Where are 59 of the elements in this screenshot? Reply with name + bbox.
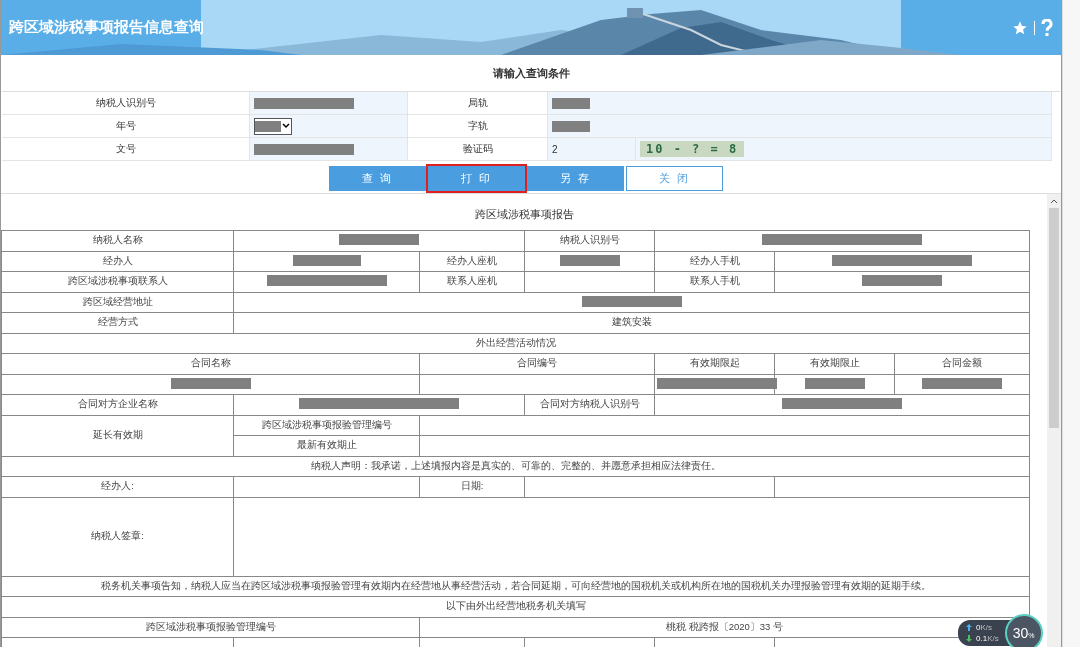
section-title: 请输入查询条件 [491,66,571,81]
captcha-image: 10 - ? = 8 [640,141,745,157]
arrow-up-icon [966,624,972,631]
table-cell: 合同对方企业名称 [1,394,234,415]
table-cell: 经办人 [1,251,234,272]
table-cell: 联系人手机 [654,271,775,292]
star-icon[interactable] [1012,19,1028,36]
table-cell: 合同编号 [419,353,655,374]
table-cell: 经办人: [1,476,234,497]
field-label: 文号 [115,142,136,156]
table-cell: 纳税人签章: [1,497,234,576]
action-button[interactable]: 打 印 [428,166,525,191]
table-cell: 合同名称 [1,353,420,374]
table-cell: 最新有效期止 [233,435,420,456]
page-title: 跨区域涉税事项报告信息查询 [9,18,205,37]
redacted-bar [552,97,590,109]
table-cell: 合同对方纳税人识别号 [524,394,655,415]
table-cell: 外出经营活动情况 [1,333,1030,354]
page-scrollbar[interactable] [1062,0,1080,647]
arrow-down-icon [966,635,972,642]
captcha-input[interactable]: 2 [548,138,636,161]
upload-speed: 0K/s [976,623,992,632]
table-cell: 以下由外出经营地税务机关填写 [1,596,1030,617]
table-cell: 日期: [419,476,525,497]
field-label: 局轨 [467,96,488,110]
table-cell: 经办人手机 [654,251,775,272]
table-cell: 跨区域涉税事项联系人 [1,271,234,292]
redacted-bar [292,254,361,266]
redacted-bar [552,120,590,132]
table-cell: 延长有效期 [1,415,234,456]
table-cell: 纳税人名称 [1,230,234,251]
table-cell: 税务机关事项告知，纳税人应当在跨区域涉税事项报验管理有效期内在经营地从事经营活动，若合同延期，可向经营地的国税机关或机构所在地的国税机关办理报验管理有效期的延期手续。 [1,576,1030,597]
table-cell: 有效期限起 [654,353,775,374]
redacted-bar [804,377,865,389]
scrollbar[interactable] [1047,194,1061,647]
field-label: 验证码 [462,142,493,156]
table-cell: 经营方式 [1,312,234,333]
report-title: 跨区域涉税事项报告 [473,207,575,222]
table-cell: 跨区域涉税事项报验管理编号 [1,617,420,638]
table-cell: 联系人座机 [419,271,525,292]
table-cell: 经办人座机 [419,251,525,272]
table-cell: 合同金额 [894,353,1030,374]
field-label: 字轨 [467,119,488,133]
action-button[interactable]: 关 闭 [626,166,723,191]
table-cell: 跨区域涉税事项报验管理编号 [233,415,420,436]
field-label: 年号 [115,119,136,133]
redacted-bar [559,254,620,266]
table-cell: 纳税人声明：我承诺，上述填报内容是真实的、可靠的、完整的、并愿意承担相应法律责任。 [1,456,1030,477]
year-select[interactable] [254,117,292,135]
table-cell: 有效期限止 [774,353,895,374]
table-cell: 建筑安装 [233,312,1030,333]
chevron-down-icon [281,122,291,130]
download-speed: 0.1K/s [976,634,999,643]
table-cell: 跨区域经营地址 [1,292,234,313]
help-icon[interactable] [1041,18,1053,37]
action-button[interactable]: 查 询 [329,166,426,191]
table-cell: 纳税人识别号 [524,230,655,251]
field-label: 纳税人识别号 [95,96,156,110]
action-button[interactable]: 另 存 [527,166,624,191]
